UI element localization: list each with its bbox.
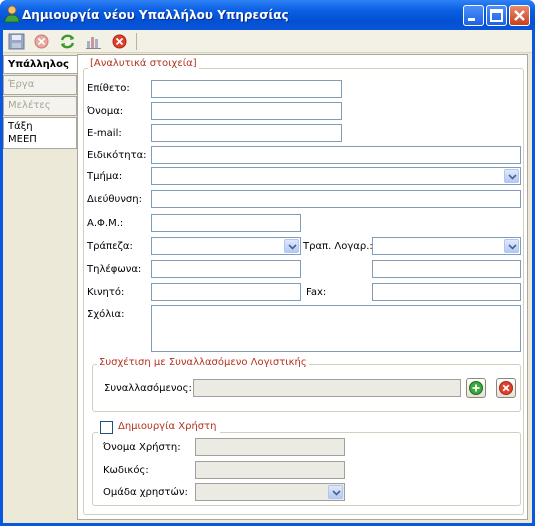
maximize-icon bbox=[490, 9, 503, 22]
toolbar-separator bbox=[136, 33, 137, 50]
application-window: Δημιουργία νέου Υπαλλήλου Υπηρεσίας Υπάλ… bbox=[0, 0, 535, 526]
save-icon[interactable] bbox=[8, 33, 25, 50]
maximize-button[interactable] bbox=[486, 5, 507, 26]
counterparty-label: Συναλλασόμενος: bbox=[104, 383, 192, 394]
tab-projects[interactable]: Έργα bbox=[3, 75, 77, 95]
bank-label: Τράπεζα: bbox=[87, 241, 133, 252]
department-label: Τμήμα: bbox=[87, 171, 123, 182]
email-label: E-mail: bbox=[87, 128, 122, 139]
counterparty-input[interactable] bbox=[193, 379, 461, 397]
name-label: Όνομα: bbox=[87, 106, 124, 117]
title-bar[interactable]: Δημιουργία νέου Υπαλλήλου Υπηρεσίας bbox=[0, 0, 535, 30]
username-input[interactable] bbox=[195, 438, 345, 456]
tab-meep-class-label-line2: ΜΕΕΠ bbox=[8, 134, 37, 145]
user-group-select[interactable] bbox=[195, 483, 345, 501]
phones-input[interactable] bbox=[151, 260, 301, 278]
surname-input[interactable] bbox=[151, 80, 342, 98]
fax-label: Fax: bbox=[306, 287, 327, 298]
toolbar bbox=[3, 30, 532, 53]
add-icon bbox=[469, 381, 483, 395]
remove-counterparty-button[interactable] bbox=[496, 378, 516, 398]
chevron-down-icon[interactable] bbox=[504, 169, 519, 183]
minimize-button[interactable] bbox=[463, 5, 484, 26]
password-label: Κωδικός: bbox=[103, 465, 149, 476]
username-label: Όνομα Χρήστη: bbox=[103, 442, 181, 453]
phones-input-2[interactable] bbox=[372, 260, 521, 278]
bank-select[interactable] bbox=[151, 237, 301, 255]
address-input[interactable] bbox=[151, 190, 521, 208]
tab-studies-label: Μελέτες bbox=[8, 100, 51, 111]
create-user-label: Δημιουργία Χρήστη bbox=[118, 421, 217, 432]
user-group-label: Ομάδα χρηστών: bbox=[103, 487, 188, 498]
close-button[interactable] bbox=[509, 5, 530, 26]
delete-icon[interactable] bbox=[33, 33, 50, 50]
minimize-icon bbox=[468, 18, 475, 21]
window-client-area: Υπάλληλος Έργα Μελέτες Τάξη ΜΕΕΠ [Αναλυτ… bbox=[3, 30, 532, 523]
close-icon bbox=[514, 10, 525, 21]
phones-label: Τηλέφωνα: bbox=[87, 264, 142, 275]
employee-panel: [Αναλυτικά στοιχεία] Επίθετο: Όνομα: E-m… bbox=[77, 54, 528, 520]
add-counterparty-button[interactable] bbox=[466, 378, 486, 398]
tab-studies[interactable]: Μελέτες bbox=[3, 96, 77, 116]
user-creation-legend: Δημιουργία Χρήστη bbox=[98, 421, 220, 435]
refresh-icon[interactable] bbox=[59, 33, 76, 50]
chevron-down-icon[interactable] bbox=[504, 239, 519, 253]
department-select[interactable] bbox=[151, 167, 521, 185]
bank-account-label: Τραπ. Λογαρ.: bbox=[303, 241, 373, 252]
tab-meep-class[interactable]: Τάξη ΜΕΕΠ bbox=[3, 117, 77, 149]
tab-meep-class-label-line1: Τάξη bbox=[8, 121, 33, 132]
comments-textarea[interactable] bbox=[151, 305, 521, 352]
password-input[interactable] bbox=[195, 461, 345, 479]
remove-icon bbox=[499, 381, 513, 395]
surname-label: Επίθετο: bbox=[87, 83, 130, 94]
tab-strip: Υπάλληλος Έργα Μελέτες Τάξη ΜΕΕΠ bbox=[3, 54, 77, 523]
name-input[interactable] bbox=[151, 102, 342, 120]
accounting-legend: Συσχέτιση με Συναλλασόμενο Λογιστικής bbox=[97, 357, 309, 368]
chevron-down-icon[interactable] bbox=[328, 485, 343, 499]
specialty-input[interactable] bbox=[151, 146, 521, 164]
comments-label: Σχόλια: bbox=[87, 309, 125, 320]
user-icon bbox=[4, 5, 20, 23]
tab-projects-label: Έργα bbox=[8, 79, 35, 90]
email-input[interactable] bbox=[151, 124, 342, 142]
fax-input[interactable] bbox=[372, 283, 521, 301]
report-icon[interactable] bbox=[85, 33, 102, 50]
mobile-input[interactable] bbox=[151, 283, 301, 301]
tab-employee-label: Υπάλληλος bbox=[8, 59, 69, 70]
afm-input[interactable] bbox=[151, 214, 301, 232]
afm-label: Α.Φ.Μ.: bbox=[87, 218, 124, 229]
specialty-label: Ειδικότητα: bbox=[87, 150, 147, 161]
details-legend: [Αναλυτικά στοιχεία] bbox=[88, 58, 199, 69]
tab-employee[interactable]: Υπάλληλος bbox=[3, 55, 77, 74]
address-label: Διεύθυνση: bbox=[87, 194, 142, 205]
create-user-checkbox[interactable] bbox=[100, 421, 113, 434]
bank-account-select[interactable] bbox=[372, 237, 521, 255]
window-title: Δημιουργία νέου Υπαλλήλου Υπηρεσίας bbox=[22, 8, 289, 22]
mobile-label: Κινητό: bbox=[87, 287, 125, 298]
cancel-icon[interactable] bbox=[111, 33, 128, 50]
chevron-down-icon[interactable] bbox=[284, 239, 299, 253]
